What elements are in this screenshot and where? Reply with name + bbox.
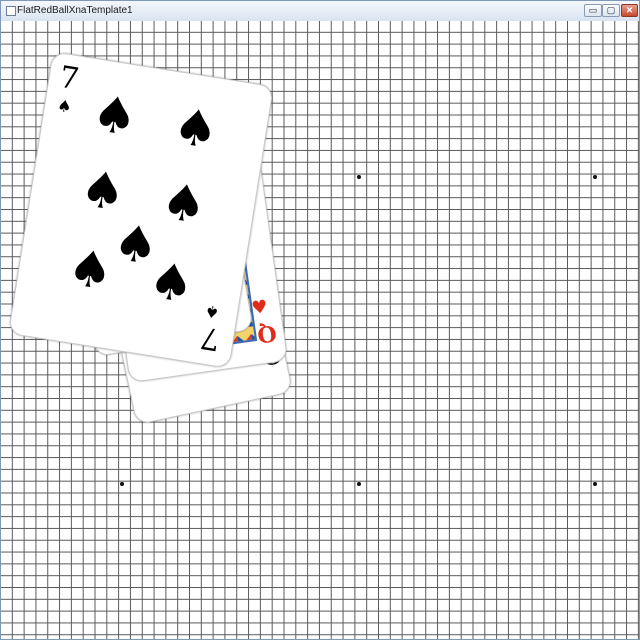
- card-rank: Q: [255, 319, 279, 348]
- card-rank: 7: [57, 59, 82, 98]
- spade-pip-icon: ♠: [157, 171, 211, 236]
- card-suit-icon: ♥: [250, 296, 270, 320]
- card-rank: 7: [198, 319, 223, 357]
- spade-pip-icon: ♠: [169, 96, 223, 161]
- window-title: FlatRedBallXnaTemplate1: [17, 5, 133, 16]
- grid-marker: [593, 482, 597, 486]
- close-button[interactable]: ✕: [621, 4, 638, 17]
- spade-pip-icon: ♠: [88, 83, 142, 148]
- grid-marker: [357, 482, 361, 486]
- playing-card-seven-spades[interactable]: 7 ♠ ♠ ♠ ♠ ♠ ♠ ♠ ♠ ♠ 7: [8, 51, 274, 369]
- game-canvas[interactable]: Q ♠ Q ♥ ♥ 7 ♠ ♠ ♠ ♠ ♠ ♠ ♠ ♠ ♠ 7: [1, 21, 639, 639]
- title-bar[interactable]: FlatRedBallXnaTemplate1 ▭ ▢ ✕: [1, 1, 639, 22]
- grid-marker: [593, 175, 597, 179]
- spade-pip-icon: ♠: [144, 250, 199, 315]
- maximize-button[interactable]: ▢: [602, 4, 620, 17]
- grid-marker: [120, 482, 124, 486]
- spade-pip-icon: ♠: [63, 237, 118, 302]
- minimize-button[interactable]: ▭: [584, 4, 602, 17]
- app-icon: [6, 6, 16, 16]
- card-suit-icon: ♠: [55, 95, 74, 117]
- app-window: FlatRedBallXnaTemplate1 ▭ ▢ ✕ Q ♠ Q ♥ ♥ …: [0, 0, 640, 640]
- grid-marker: [357, 175, 361, 179]
